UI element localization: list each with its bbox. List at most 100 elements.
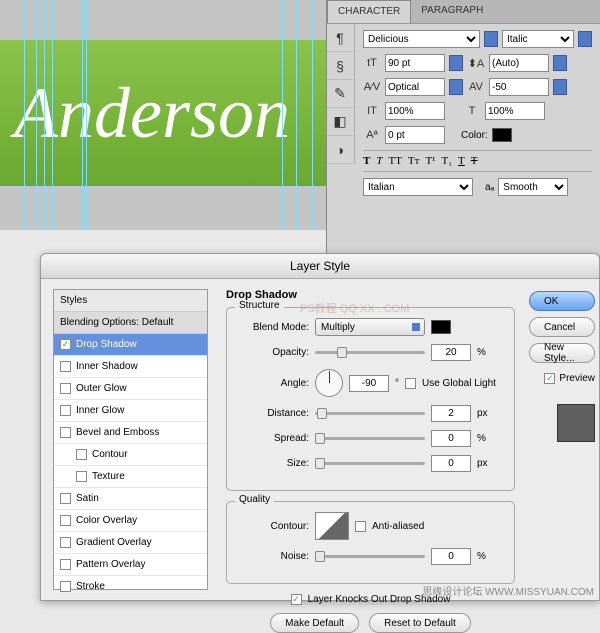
style-checkbox-color_overlay[interactable]: [60, 515, 71, 526]
opacity-input[interactable]: [431, 344, 471, 361]
ok-button[interactable]: OK: [529, 291, 595, 311]
style-checkbox-outer_glow[interactable]: [60, 383, 71, 394]
panel-icon-paragraph[interactable]: ¶: [327, 24, 353, 52]
ruler-guide[interactable]: [282, 0, 283, 230]
allcaps-button[interactable]: TT: [388, 155, 401, 167]
font-size-input[interactable]: [385, 54, 445, 72]
dropdown-arrow-icon[interactable]: [449, 79, 463, 95]
dropdown-arrow-icon[interactable]: [578, 31, 592, 47]
font-family-select[interactable]: Delicious: [363, 30, 480, 48]
angle-input[interactable]: [349, 375, 389, 392]
style-item-inner_glow[interactable]: Inner Glow: [54, 400, 207, 422]
language-select[interactable]: Italian: [363, 178, 473, 196]
strikethrough-button[interactable]: T: [471, 155, 478, 167]
spread-label: Spread:: [239, 433, 309, 444]
style-checkbox-contour[interactable]: [76, 449, 87, 460]
blend-mode-select[interactable]: Multiply: [315, 318, 425, 336]
underline-button[interactable]: T: [458, 155, 465, 167]
style-item-texture[interactable]: Texture: [54, 466, 207, 488]
tab-character[interactable]: CHARACTER: [327, 0, 411, 23]
faux-italic-button[interactable]: T: [376, 155, 382, 167]
panel-icon-measure[interactable]: ◧: [327, 108, 353, 136]
text-color-swatch[interactable]: [492, 128, 512, 142]
dropdown-arrow-icon[interactable]: [553, 79, 567, 95]
style-checkbox-inner_shadow[interactable]: [60, 361, 71, 372]
font-size-icon: tT: [363, 54, 381, 72]
style-checkbox-gradient_overlay[interactable]: [60, 537, 71, 548]
style-label: Outer Glow: [76, 383, 127, 394]
style-item-bevel[interactable]: Bevel and Emboss: [54, 422, 207, 444]
ruler-guide[interactable]: [86, 0, 87, 230]
style-item-drop_shadow[interactable]: Drop Shadow: [54, 334, 207, 356]
tracking-input[interactable]: [489, 78, 549, 96]
blending-options-default[interactable]: Blending Options: Default: [54, 312, 207, 334]
cancel-button[interactable]: Cancel: [529, 317, 595, 337]
spread-input[interactable]: [431, 430, 471, 447]
noise-slider[interactable]: [315, 555, 425, 558]
style-item-contour[interactable]: Contour: [54, 444, 207, 466]
use-global-light-checkbox[interactable]: [405, 378, 416, 389]
dropdown-arrow-icon[interactable]: [484, 31, 498, 47]
style-item-outer_glow[interactable]: Outer Glow: [54, 378, 207, 400]
dropdown-arrow-icon[interactable]: [553, 55, 567, 71]
shadow-color-swatch[interactable]: [431, 320, 451, 334]
style-label: Inner Glow: [76, 405, 124, 416]
distance-slider[interactable]: [315, 412, 425, 415]
style-item-color_overlay[interactable]: Color Overlay: [54, 510, 207, 532]
new-style-button[interactable]: New Style...: [529, 343, 595, 363]
style-item-pattern_overlay[interactable]: Pattern Overlay: [54, 554, 207, 576]
ruler-guide[interactable]: [24, 0, 25, 230]
hscale-input[interactable]: [485, 102, 545, 120]
style-item-gradient_overlay[interactable]: Gradient Overlay: [54, 532, 207, 554]
leading-input[interactable]: [489, 54, 549, 72]
dialog-title: Layer Style: [41, 254, 599, 279]
panel-icon-brushes[interactable]: §: [327, 52, 353, 80]
panel-icon-wand[interactable]: ✎: [327, 80, 353, 108]
dropdown-arrow-icon[interactable]: [449, 55, 463, 71]
tab-paragraph[interactable]: PARAGRAPH: [411, 0, 493, 23]
style-checkbox-texture[interactable]: [76, 471, 87, 482]
style-checkbox-pattern_overlay[interactable]: [60, 559, 71, 570]
vscale-input[interactable]: [385, 102, 445, 120]
noise-input[interactable]: [431, 548, 471, 565]
dialog-buttons: OK Cancel New Style... Preview: [527, 279, 599, 600]
style-item-stroke[interactable]: Stroke: [54, 576, 207, 598]
size-input[interactable]: [431, 455, 471, 472]
ruler-guide[interactable]: [36, 0, 37, 230]
style-checkbox-bevel[interactable]: [60, 427, 71, 438]
style-checkbox-satin[interactable]: [60, 493, 71, 504]
angle-dial[interactable]: [315, 369, 343, 397]
watermark-footer: 思缘设计论坛 WWW.MISSYUAN.COM: [422, 583, 594, 598]
layer-knocks-out-checkbox[interactable]: [291, 594, 302, 605]
ruler-guide[interactable]: [296, 0, 297, 230]
smallcaps-button[interactable]: Tᴛ: [408, 155, 420, 167]
style-checkbox-stroke[interactable]: [60, 581, 71, 592]
reset-default-button[interactable]: Reset to Default: [369, 613, 471, 633]
ruler-guide[interactable]: [312, 0, 313, 230]
faux-bold-button[interactable]: T: [363, 155, 370, 167]
preview-checkbox[interactable]: [544, 373, 555, 384]
size-slider[interactable]: [315, 462, 425, 465]
spread-slider[interactable]: [315, 437, 425, 440]
distance-input[interactable]: [431, 405, 471, 422]
contour-picker[interactable]: [315, 512, 349, 540]
antialias-select[interactable]: Smooth: [498, 178, 568, 196]
font-style-select[interactable]: Italic: [502, 30, 574, 48]
ruler-guide[interactable]: [82, 0, 83, 230]
style-checkbox-inner_glow[interactable]: [60, 405, 71, 416]
baseline-input[interactable]: [385, 126, 445, 144]
style-checkbox-drop_shadow[interactable]: [60, 339, 71, 350]
kerning-input[interactable]: [385, 78, 445, 96]
panel-icon-note[interactable]: ◑: [327, 136, 353, 164]
style-item-inner_shadow[interactable]: Inner Shadow: [54, 356, 207, 378]
superscript-button[interactable]: T¹: [425, 155, 435, 167]
ruler-guide[interactable]: [44, 0, 45, 230]
structure-group: Structure Blend Mode: Multiply Opacity: …: [226, 307, 515, 491]
opacity-slider[interactable]: [315, 351, 425, 354]
styles-header[interactable]: Styles: [54, 290, 207, 312]
make-default-button[interactable]: Make Default: [270, 613, 359, 633]
subscript-button[interactable]: T₁: [441, 155, 452, 167]
ruler-guide[interactable]: [52, 0, 53, 230]
style-item-satin[interactable]: Satin: [54, 488, 207, 510]
anti-aliased-checkbox[interactable]: [355, 521, 366, 532]
